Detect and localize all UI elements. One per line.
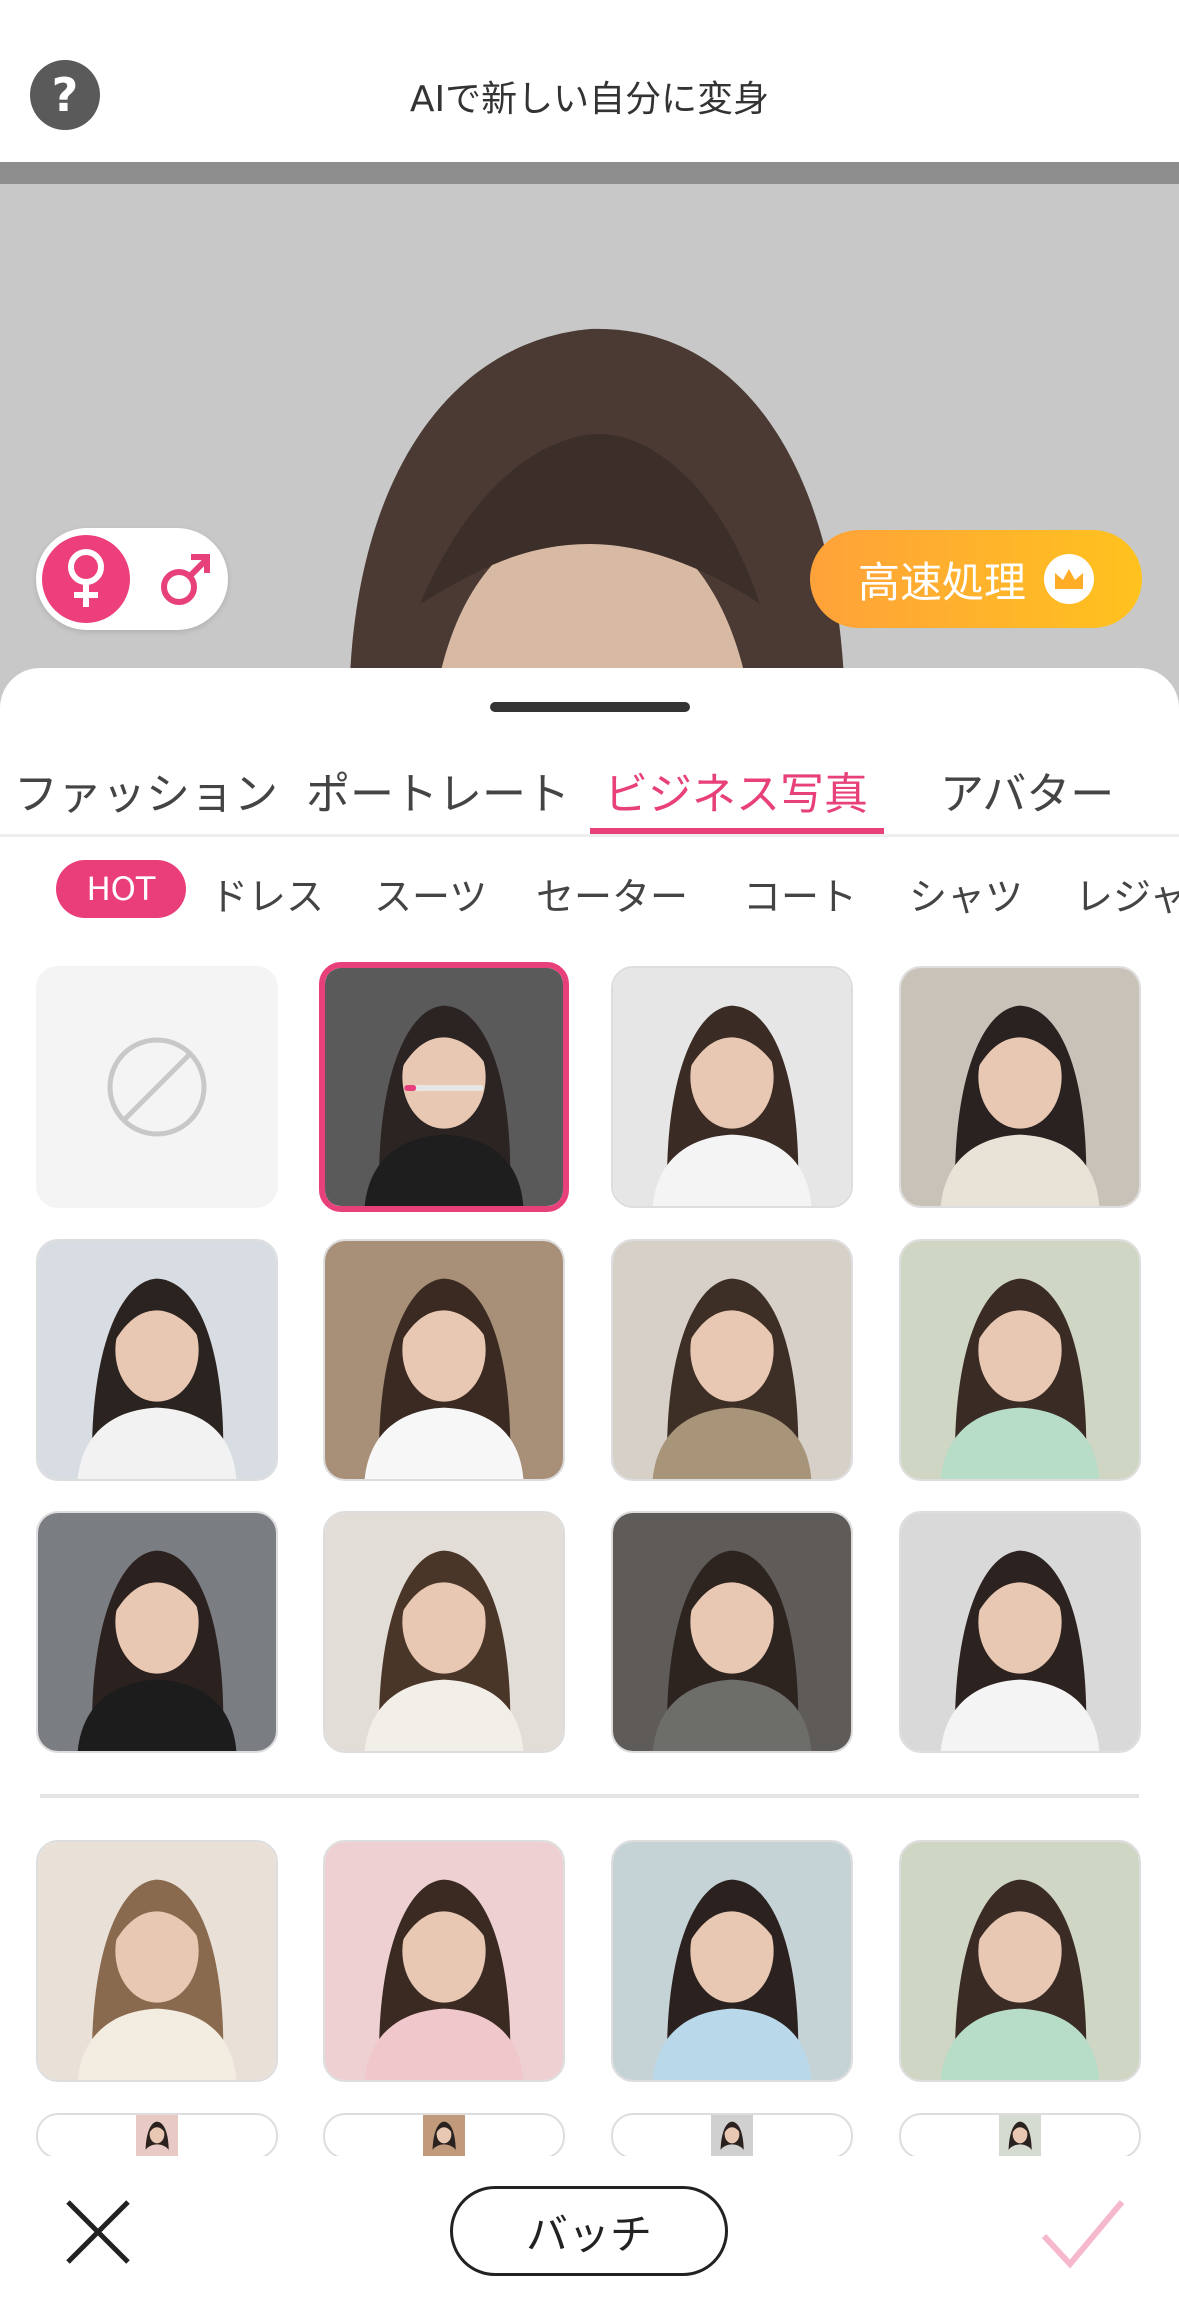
no-style-tile[interactable]: [36, 966, 278, 1208]
subtab-shirt[interactable]: シャツ: [909, 866, 1023, 921]
portrait-thumbnail: [901, 1241, 1139, 1479]
style-tile[interactable]: [611, 1511, 853, 1753]
portrait-thumbnail: [423, 2115, 465, 2157]
fast-processing-button[interactable]: 高速処理: [810, 530, 1142, 628]
tab-fashion[interactable]: ファッション: [14, 758, 278, 822]
portrait-thumbnail: [711, 2115, 753, 2157]
portrait-thumbnail: [901, 968, 1139, 1206]
preview-top-strip: [0, 162, 1179, 184]
preview-portrait: [0, 184, 1179, 744]
gender-toggle[interactable]: [36, 528, 228, 630]
subtab-coat[interactable]: コート: [743, 866, 857, 921]
style-tile[interactable]: [899, 1239, 1141, 1481]
portrait-thumbnail: [901, 1513, 1139, 1751]
photo-preview: [0, 184, 1179, 744]
tab-avatar[interactable]: アバター: [940, 758, 1114, 822]
style-tile[interactable]: [36, 1840, 278, 2082]
portrait-thumbnail: [613, 1241, 851, 1479]
portrait-thumbnail: [136, 2115, 178, 2157]
subtab-dress[interactable]: ドレス: [210, 866, 324, 921]
portrait-thumbnail: [38, 1513, 276, 1751]
male-icon[interactable]: [148, 535, 222, 623]
batch-button[interactable]: バッチ: [450, 2186, 728, 2276]
portrait-thumbnail: [999, 2115, 1041, 2157]
fast-processing-label: 高速処理: [857, 557, 1026, 607]
subcategory-tabs: ドレス スーツ セーター コート シャツ レジャ: [0, 858, 1179, 928]
portrait-thumbnail: [38, 1842, 276, 2080]
tab-business[interactable]: ビジネス写真: [604, 758, 868, 822]
subtab-sweater[interactable]: セーター: [536, 866, 688, 921]
subtab-suit[interactable]: スーツ: [374, 866, 487, 921]
drag-handle[interactable]: [490, 702, 690, 712]
style-tile[interactable]: [899, 1840, 1141, 2082]
header: ? AIで新しい自分に変身: [0, 0, 1179, 162]
style-tile[interactable]: [36, 1511, 278, 1753]
style-tile[interactable]: [323, 1840, 565, 2082]
tab-portrait[interactable]: ポートレート: [306, 758, 570, 822]
tab-divider: [0, 834, 1179, 837]
portrait-thumbnail: [325, 968, 563, 1206]
style-tile[interactable]: [899, 2113, 1141, 2159]
portrait-thumbnail: [38, 1241, 276, 1479]
style-tile[interactable]: [611, 1239, 853, 1481]
portrait-thumbnail: [613, 1842, 851, 2080]
style-tile[interactable]: [36, 1239, 278, 1481]
style-tile[interactable]: [611, 966, 853, 1208]
style-tile[interactable]: [899, 1511, 1141, 1753]
style-tile[interactable]: [323, 2113, 565, 2159]
none-icon: [107, 1037, 207, 1137]
style-tile-selected[interactable]: [319, 962, 569, 1212]
style-tile[interactable]: [323, 1239, 565, 1481]
close-icon[interactable]: [62, 2196, 134, 2268]
portrait-thumbnail: [325, 1842, 563, 2080]
crown-icon: [1044, 554, 1094, 604]
female-icon[interactable]: [42, 535, 130, 623]
portrait-thumbnail: [613, 1513, 851, 1751]
style-tile[interactable]: [899, 966, 1141, 1208]
style-tile[interactable]: [36, 2113, 278, 2159]
portrait-thumbnail: [325, 1241, 563, 1479]
portrait-thumbnail: [901, 1842, 1139, 2080]
page-title: AIで新しい自分に変身: [409, 79, 770, 120]
style-tile[interactable]: [611, 2113, 853, 2159]
portrait-thumbnail: [325, 1513, 563, 1751]
style-tile[interactable]: [611, 1840, 853, 2082]
check-icon[interactable]: [1040, 2196, 1126, 2272]
style-tile[interactable]: [323, 1511, 565, 1753]
subtab-leisure[interactable]: レジャ: [1075, 866, 1179, 921]
category-tabs: ファッション ポートレート ビジネス写真 アバター: [0, 758, 1179, 828]
section-divider: [40, 1794, 1139, 1798]
portrait-thumbnail: [613, 968, 851, 1206]
